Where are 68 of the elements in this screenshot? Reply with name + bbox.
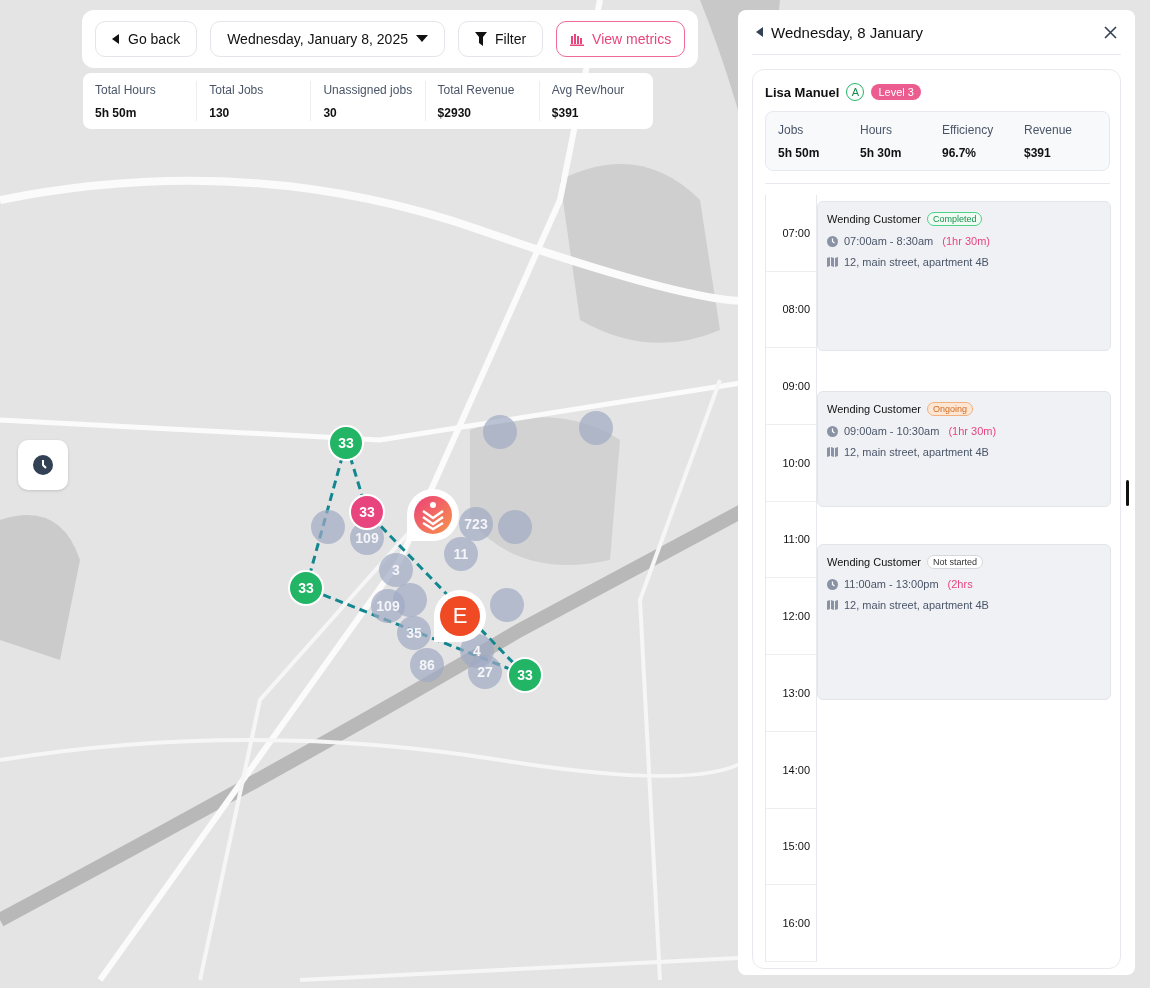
job-card[interactable]: Wending Customer Completed 07:00am - 8:30am (1hr 30m) 12, main street, apartment 4B bbox=[817, 201, 1111, 351]
job-address: 12, main street, apartment 4B bbox=[844, 599, 989, 611]
view-metrics-button[interactable]: View metrics bbox=[556, 21, 686, 57]
stat-value: 96.7% bbox=[942, 146, 978, 160]
stat-label: Total Revenue bbox=[437, 83, 516, 97]
job-duration: (2hrs bbox=[947, 578, 973, 590]
caret-icon[interactable] bbox=[756, 27, 763, 37]
stat-label: Total Jobs bbox=[209, 83, 265, 97]
customer-name: Wending Customer bbox=[827, 556, 921, 568]
job-duration: (1hr 30m) bbox=[948, 425, 997, 437]
customer-name: Wending Customer bbox=[827, 403, 921, 415]
history-button[interactable] bbox=[18, 440, 68, 490]
level-badge: Level 3 bbox=[871, 84, 921, 100]
stat-label: Avg Rev/hour bbox=[551, 83, 626, 97]
map-icon bbox=[827, 257, 838, 267]
stat-label: Hours bbox=[860, 123, 893, 137]
hour-label: 12:00 bbox=[782, 610, 810, 623]
scrollbar[interactable] bbox=[1126, 480, 1129, 506]
close-icon[interactable] bbox=[1104, 25, 1117, 39]
hour-label: 13:00 bbox=[782, 686, 810, 699]
worker-name: Lisa Manuel bbox=[765, 84, 840, 100]
job-address: 12, main street, apartment 4B bbox=[844, 256, 989, 268]
bar-chart-icon bbox=[570, 32, 585, 46]
filter-icon bbox=[474, 32, 487, 46]
job-time: 09:00am - 10:30am bbox=[844, 425, 940, 437]
job-duration: (1hr 30m) bbox=[942, 235, 990, 247]
job-card[interactable]: Wending Customer Ongoing 09:00am - 10:30am (1hr 30m) 12, main street, apartment 4B bbox=[817, 391, 1111, 507]
caret-icon bbox=[415, 35, 428, 43]
stat-value: 30 bbox=[323, 106, 338, 120]
stat-value: 5h 50m bbox=[95, 106, 138, 120]
stat-label: Revenue bbox=[1024, 123, 1074, 137]
clock-icon bbox=[827, 235, 838, 247]
clock-icon bbox=[827, 425, 838, 437]
date-dropdown[interactable]: Wednesday, January 8, 2025 bbox=[210, 21, 445, 57]
map-icon bbox=[827, 600, 838, 610]
map-icon bbox=[827, 447, 838, 457]
clock-icon bbox=[827, 578, 838, 590]
hour-label: 14:00 bbox=[782, 763, 810, 776]
caret-icon bbox=[112, 34, 120, 44]
stat-value: $2930 bbox=[437, 106, 472, 120]
status-badge: Ongoing bbox=[926, 402, 973, 416]
panel-title: Wednesday, 8 January bbox=[771, 23, 924, 41]
stat-value: $391 bbox=[1024, 146, 1052, 160]
job-card[interactable]: Wending Customer Not started 11:00am - 13:00pm (2hrs 12, main street, apartment 4B bbox=[817, 544, 1111, 700]
hour-label: 09:00 bbox=[782, 380, 810, 393]
stat-label: Unassigned jobs bbox=[323, 83, 413, 97]
filter-button[interactable]: Filter bbox=[457, 21, 544, 57]
job-time: 11:00am - 13:00pm bbox=[844, 578, 939, 590]
hour-label: 15:00 bbox=[782, 840, 810, 853]
job-time: 07:00am - 8:30am bbox=[844, 235, 934, 247]
stat-value: 130 bbox=[209, 106, 231, 120]
customer-name: Wending Customer bbox=[827, 213, 921, 225]
hour-label: 16:00 bbox=[782, 916, 810, 929]
hour-label: 08:00 bbox=[782, 303, 810, 316]
stat-label: Total Hours bbox=[95, 83, 157, 97]
status-badge: Not started bbox=[926, 555, 983, 569]
stat-value: 5h 30m bbox=[860, 146, 903, 160]
stat-label: Jobs bbox=[778, 123, 805, 137]
hour-label: 07:00 bbox=[782, 226, 810, 239]
clock-icon bbox=[32, 454, 54, 476]
back-button[interactable]: Go back bbox=[95, 21, 198, 57]
stat-value: $391 bbox=[551, 106, 580, 120]
stat-label: Efficiency bbox=[942, 123, 995, 137]
stat-value: 5h 50m bbox=[778, 146, 821, 160]
hour-label: 11:00 bbox=[783, 533, 810, 546]
status-badge: Completed bbox=[926, 212, 983, 226]
hour-label: 10:00 bbox=[782, 456, 810, 469]
job-address: 12, main street, apartment 4B bbox=[844, 446, 989, 458]
